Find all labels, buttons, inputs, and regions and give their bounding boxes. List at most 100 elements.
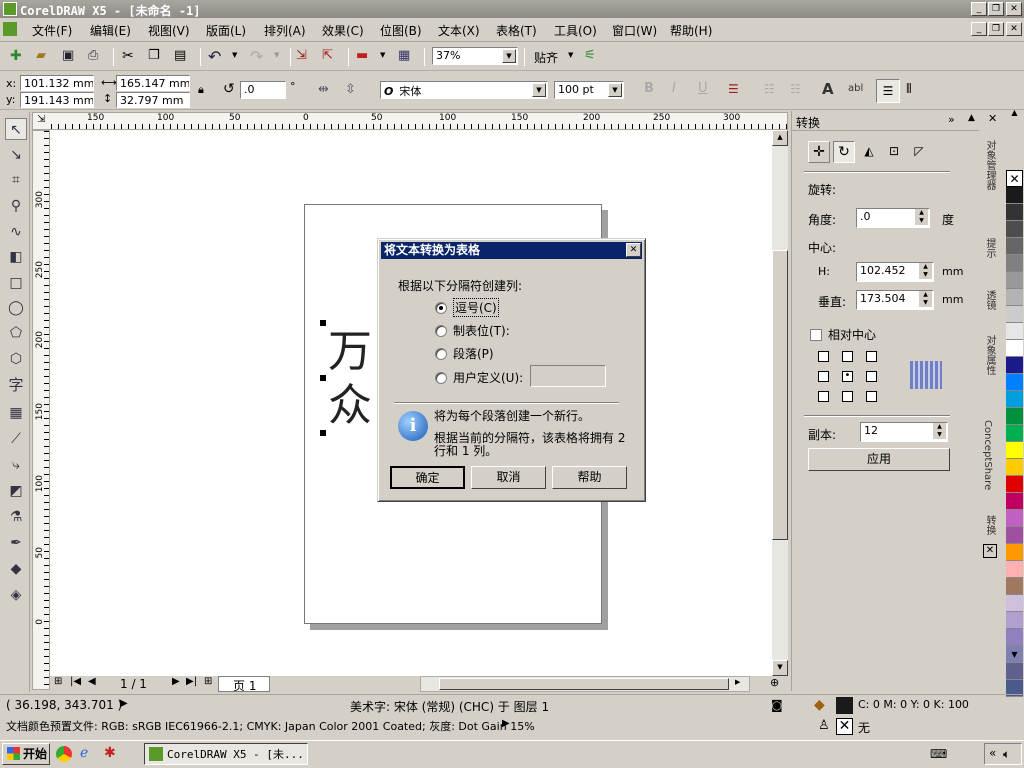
relative-center-checkbox[interactable] [810, 328, 822, 341]
doc-restore-button[interactable]: ❐ [988, 22, 1004, 36]
first-page-icon[interactable]: |◀ [70, 676, 81, 687]
vertical-text-icon[interactable]: ⦀ [906, 82, 912, 97]
color-swatch[interactable] [1006, 527, 1023, 544]
selection-handle[interactable] [320, 430, 326, 436]
mirror-vertical-icon[interactable]: ⇳ [345, 82, 363, 100]
color-swatch[interactable] [1006, 221, 1023, 238]
rotate-icon[interactable]: ↻ [833, 141, 855, 163]
close-tab-icon[interactable]: ✕ [983, 544, 997, 558]
scroll-up-icon[interactable]: ▲ [772, 130, 788, 146]
tab-lens[interactable]: 透镜 [982, 290, 997, 310]
menu-help[interactable]: 帮助(H) [670, 22, 712, 39]
color-swatch[interactable] [1006, 442, 1023, 459]
crop-tool-icon[interactable]: ⌗ [5, 169, 27, 191]
lock-ratio-icon[interactable]: 🔒︎ [198, 83, 204, 97]
basic-shapes-icon[interactable]: ⬡ [5, 348, 27, 370]
ie-icon[interactable]: ℯ [80, 745, 88, 761]
add-page-icon[interactable]: ⊞ [54, 676, 62, 687]
color-swatch[interactable] [1006, 272, 1023, 289]
taskbar-coreldraw-item[interactable]: CorelDRAW X5 - [未... [144, 743, 308, 765]
dimension-tool-icon[interactable]: ⟋ [5, 428, 27, 450]
pick-tool-icon[interactable]: ↖ [5, 118, 27, 140]
menu-window[interactable]: 窗口(W) [612, 22, 657, 39]
menu-text[interactable]: 文本(X) [438, 22, 480, 39]
apply-button[interactable]: 应用 [808, 448, 950, 471]
menu-bitmaps[interactable]: 位图(B) [380, 22, 422, 39]
table-tool-icon[interactable]: ▦ [5, 402, 27, 424]
app-shortcut-icon[interactable]: ✱ [104, 745, 116, 761]
close-button[interactable]: ✕ [1006, 2, 1022, 16]
copy-icon[interactable]: ❐ [148, 48, 166, 66]
interactive-fill-icon[interactable]: ◈ [5, 584, 27, 606]
italic-button[interactable]: I [672, 81, 676, 96]
color-swatch[interactable] [1006, 204, 1023, 221]
color-swatch[interactable] [1006, 187, 1023, 204]
color-swatch[interactable] [1006, 255, 1023, 272]
rotation-input[interactable]: .0 [240, 81, 286, 99]
radio-tab[interactable] [435, 324, 447, 337]
y-position-input[interactable]: 191.143 mm [20, 92, 94, 108]
status-expand-icon[interactable]: ▶ [120, 698, 128, 709]
menu-arrange[interactable]: 排列(A) [264, 22, 306, 39]
cancel-button[interactable]: 取消 [471, 466, 546, 489]
menu-effects[interactable]: 效果(C) [322, 22, 364, 39]
text-align-icon[interactable]: ☰ [728, 82, 746, 100]
menu-file[interactable]: 文件(F) [32, 22, 72, 39]
edit-text-button[interactable]: abl [848, 83, 863, 94]
angle-input[interactable]: .0 ▲ ▼ [856, 208, 930, 228]
outline-tool-icon[interactable]: ✒ [5, 532, 27, 554]
text-tool-icon[interactable]: 字 [5, 374, 27, 396]
undo-dropdown-icon[interactable]: ▼ [232, 51, 237, 59]
save-icon[interactable]: ▣ [62, 48, 80, 66]
anchor-grid[interactable]: • [818, 351, 880, 403]
page-tab-1[interactable]: 页 1 [218, 676, 270, 693]
snap-to-button[interactable]: 贴齐 [534, 49, 558, 66]
import-icon[interactable]: ⇲ [296, 48, 314, 66]
bold-button[interactable]: B [644, 81, 654, 96]
menu-edit[interactable]: 编辑(E) [90, 22, 131, 39]
launcher-dropdown-icon[interactable]: ▼ [380, 51, 385, 59]
scroll-right-icon[interactable]: ▶ [735, 678, 740, 686]
rectangle-tool-icon[interactable]: □ [5, 272, 27, 294]
blend-tool-icon[interactable]: ◩ [5, 480, 27, 502]
size-icon[interactable]: ⊡ [883, 141, 905, 163]
color-swatch[interactable] [1006, 595, 1023, 612]
paste-icon[interactable]: ▤ [174, 48, 192, 66]
palette-scroll-up-icon[interactable]: ▲ [1006, 108, 1023, 122]
polygon-tool-icon[interactable]: ⬠ [5, 322, 27, 344]
color-swatch[interactable] [1006, 561, 1023, 578]
color-swatch[interactable] [1006, 408, 1023, 425]
color-swatch[interactable] [1006, 357, 1023, 374]
underline-button[interactable]: U [698, 81, 708, 96]
ok-button[interactable]: 确定 [390, 466, 465, 489]
fill-color-swatch[interactable] [836, 697, 853, 714]
navigator-icon[interactable]: ⊕ [770, 676, 779, 689]
color-swatch[interactable] [1006, 391, 1023, 408]
menu-table[interactable]: 表格(T) [496, 22, 537, 39]
docker-collapse-icon[interactable]: ▲ [968, 113, 975, 123]
color-swatch[interactable] [1006, 510, 1023, 527]
tab-object-properties[interactable]: 对象属性 [982, 335, 997, 375]
character-format-button[interactable]: A [822, 80, 834, 98]
ellipse-tool-icon[interactable]: ◯ [5, 297, 27, 319]
add-page-after-icon[interactable]: ⊞ [204, 676, 212, 687]
option-tab[interactable]: 制表位(T): [435, 322, 510, 339]
last-page-icon[interactable]: ▶| [186, 676, 197, 687]
color-swatch[interactable] [1006, 459, 1023, 476]
center-v-input[interactable]: 173.504 ▲ ▼ [856, 290, 934, 310]
menu-tools[interactable]: 工具(O) [554, 22, 597, 39]
font-size-select[interactable]: 100 pt ▼ [554, 81, 624, 99]
new-icon[interactable]: ✚ [10, 48, 28, 66]
color-swatch[interactable] [1006, 578, 1023, 595]
scroll-thumb[interactable] [772, 250, 788, 540]
ruler-origin-icon[interactable]: ⇲ [37, 114, 45, 125]
tab-hints[interactable]: 提示 [982, 238, 997, 258]
horizontal-text-icon[interactable]: ☰ [876, 79, 900, 103]
copies-input[interactable]: 12 ▲ ▼ [860, 422, 948, 442]
option-comma[interactable]: 逗号(C) [435, 298, 499, 317]
color-swatch[interactable] [1006, 340, 1023, 357]
open-icon[interactable]: ▰ [36, 48, 54, 66]
doc-close-button[interactable]: ✕ [1006, 22, 1022, 36]
color-swatch[interactable] [1006, 493, 1023, 510]
maximize-button[interactable]: ❐ [988, 2, 1004, 16]
